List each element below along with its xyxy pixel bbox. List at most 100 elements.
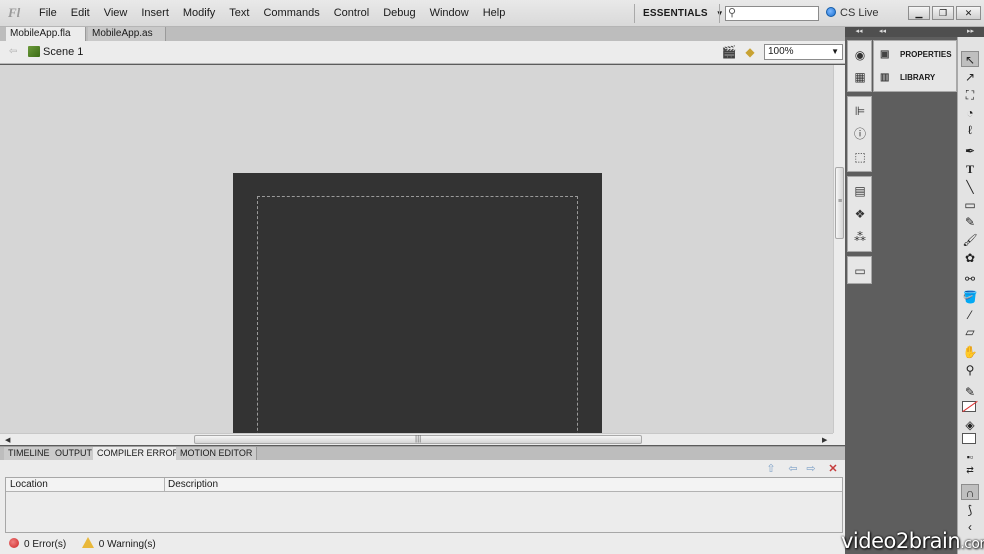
menu-insert[interactable]: Insert <box>134 0 176 27</box>
doc-tab-label: MobileApp.fla <box>10 28 71 39</box>
help-search[interactable]: ⚲ <box>725 6 819 21</box>
minimize-button[interactable]: ▁ <box>908 6 930 20</box>
scroll-corner <box>833 433 845 445</box>
tab-timeline[interactable]: TIMELINE <box>4 447 55 461</box>
zoom-tool-icon[interactable]: ⚲ <box>961 362 979 378</box>
vertical-scrollbar[interactable]: ≡ <box>833 65 845 433</box>
column-description[interactable]: Description <box>164 478 842 492</box>
vertical-scroll-thumb[interactable]: ≡ <box>835 167 844 239</box>
search-input[interactable] <box>740 7 818 20</box>
separator <box>634 4 635 23</box>
menu-control[interactable]: Control <box>327 0 376 27</box>
doc-tab-as[interactable]: MobileApp.as✕ <box>88 27 166 52</box>
edit-scene-icon[interactable]: 🎬 <box>721 45 737 59</box>
menu-file[interactable]: File <box>32 0 64 27</box>
horizontal-scrollbar[interactable]: ◀ ||| ▶ <box>0 433 833 445</box>
properties-icon: ▣ <box>880 49 890 60</box>
stroke-color-pencil-icon: ✎ <box>964 385 976 399</box>
search-icon: ⚲ <box>728 7 737 19</box>
cs-live-label: CS Live <box>840 7 879 19</box>
code-snippets-icon[interactable]: ▤ <box>852 183 868 199</box>
properties-panel-button[interactable]: ▣ PROPERTIES <box>880 46 952 64</box>
paint-bucket-tool-icon[interactable]: 🪣 <box>961 289 979 305</box>
next-error-icon[interactable]: ⇨ <box>803 462 819 476</box>
tab-output[interactable]: OUTPUT <box>51 447 97 461</box>
pasteboard[interactable] <box>0 65 833 433</box>
snap-to-objects-icon[interactable]: ∩ <box>961 484 979 500</box>
selection-tool-icon[interactable]: ↖ <box>961 51 979 67</box>
clear-errors-icon[interactable]: ✕ <box>825 462 841 476</box>
rectangle-tool-icon[interactable]: ▭ <box>961 197 979 213</box>
fill-color-swatch[interactable] <box>962 433 976 444</box>
collapsed-panels: ▣ PROPERTIES ▥ LIBRARY <box>873 40 957 92</box>
errors-table: Location Description <box>5 477 843 533</box>
line-tool-icon[interactable]: ╲ <box>961 179 979 195</box>
tab-motion-editor[interactable]: MOTION EDITOR <box>176 447 258 461</box>
column-location[interactable]: Location <box>10 478 48 492</box>
scene-label: Scene 1 <box>43 46 84 58</box>
subselection-tool-icon[interactable]: ↗ <box>961 69 979 85</box>
library-panel-button[interactable]: ▥ LIBRARY <box>880 69 935 87</box>
free-transform-tool-icon[interactable]: ⛶ <box>961 87 979 103</box>
stage[interactable] <box>233 173 602 433</box>
components-icon[interactable]: ❖ <box>852 206 868 222</box>
table-header: Location Description <box>6 478 842 492</box>
stroke-color-swatch[interactable] <box>962 401 976 412</box>
menu-view[interactable]: View <box>97 0 135 27</box>
lasso-tool-icon[interactable]: ℓ <box>961 122 979 138</box>
previous-error-icon[interactable]: ⇦ <box>785 462 801 476</box>
main-menu: File Edit View Insert Modify Text Comman… <box>32 0 512 27</box>
smooth-icon[interactable]: ⟆ <box>961 502 979 518</box>
zoom-select[interactable]: 100% ▼ <box>764 44 843 60</box>
swap-colors-icon[interactable]: ⇄ <box>961 462 979 478</box>
doc-tab-fla[interactable]: MobileApp.fla✕ <box>6 27 86 52</box>
swatches-icon[interactable]: ▦ <box>852 69 868 85</box>
transform-icon[interactable]: ⬚ <box>852 149 868 165</box>
text-tool-icon[interactable]: T <box>961 161 979 177</box>
dock-collapse-icon[interactable]: ◂◂ <box>845 27 873 37</box>
hand-tool-icon[interactable]: ✋ <box>961 344 979 360</box>
horizontal-scroll-thumb[interactable]: ||| <box>194 434 642 444</box>
close-button[interactable]: ✕ <box>956 6 981 20</box>
dock-group-2: ⊫ ⓘ ⬚ <box>847 96 872 172</box>
menu-edit[interactable]: Edit <box>64 0 97 27</box>
workspace-switcher[interactable]: ESSENTIALS▼ <box>643 0 724 27</box>
menu-text[interactable]: Text <box>222 0 256 27</box>
scroll-left-arrow-icon[interactable]: ◀ <box>5 436 10 444</box>
edit-bar: ⇦ Scene 1 🎬 ◆ 100% ▼ <box>0 41 845 64</box>
scroll-right-arrow-icon[interactable]: ▶ <box>822 436 827 444</box>
properties-label: PROPERTIES <box>900 50 952 59</box>
bone-tool-icon[interactable]: ⚯ <box>961 271 979 287</box>
library-icon: ▥ <box>880 72 890 83</box>
menu-debug[interactable]: Debug <box>376 0 422 27</box>
3d-rotation-tool-icon[interactable]: ◔ <box>961 105 979 121</box>
panel-toolbar: ⇧ ⇦ ⇨ ✕ <box>761 462 841 476</box>
pen-tool-icon[interactable]: ✒ <box>961 143 979 159</box>
info-icon[interactable]: ⓘ <box>852 126 868 142</box>
motion-presets-icon[interactable]: ⁂ <box>852 229 868 245</box>
pencil-tool-icon[interactable]: ✎ <box>961 214 979 230</box>
brush-tool-icon[interactable]: 🖌 <box>961 232 979 248</box>
error-icon <box>9 538 19 548</box>
zoom-value: 100% <box>768 46 794 57</box>
eraser-tool-icon[interactable]: ▱ <box>961 324 979 340</box>
align-icon[interactable]: ⊫ <box>852 103 868 119</box>
menu-modify[interactable]: Modify <box>176 0 222 27</box>
tools-collapse-icon[interactable]: ▸▸ <box>957 27 984 37</box>
error-count: 0 Error(s) <box>24 539 67 550</box>
color-icon[interactable]: ◉ <box>852 47 868 63</box>
cs-live-icon <box>826 7 836 17</box>
eyedropper-tool-icon[interactable]: ⁄ <box>961 307 979 323</box>
menu-commands[interactable]: Commands <box>256 0 326 27</box>
deco-tool-icon[interactable]: ✿ <box>961 250 979 266</box>
menu-window[interactable]: Window <box>423 0 476 27</box>
restore-button[interactable]: ❐ <box>932 6 954 20</box>
cs-live-button[interactable]: CS Live <box>826 0 879 27</box>
back-arrow-icon[interactable]: ⇦ <box>9 46 17 57</box>
panels-collapse-icon[interactable]: ◂◂ <box>873 27 957 37</box>
go-to-source-icon[interactable]: ⇧ <box>763 462 779 476</box>
menu-help[interactable]: Help <box>476 0 513 27</box>
project-icon[interactable]: ▭ <box>852 263 868 279</box>
dock-group-1: ◉ ▦ <box>847 40 872 92</box>
edit-symbols-icon[interactable]: ◆ <box>742 45 758 59</box>
